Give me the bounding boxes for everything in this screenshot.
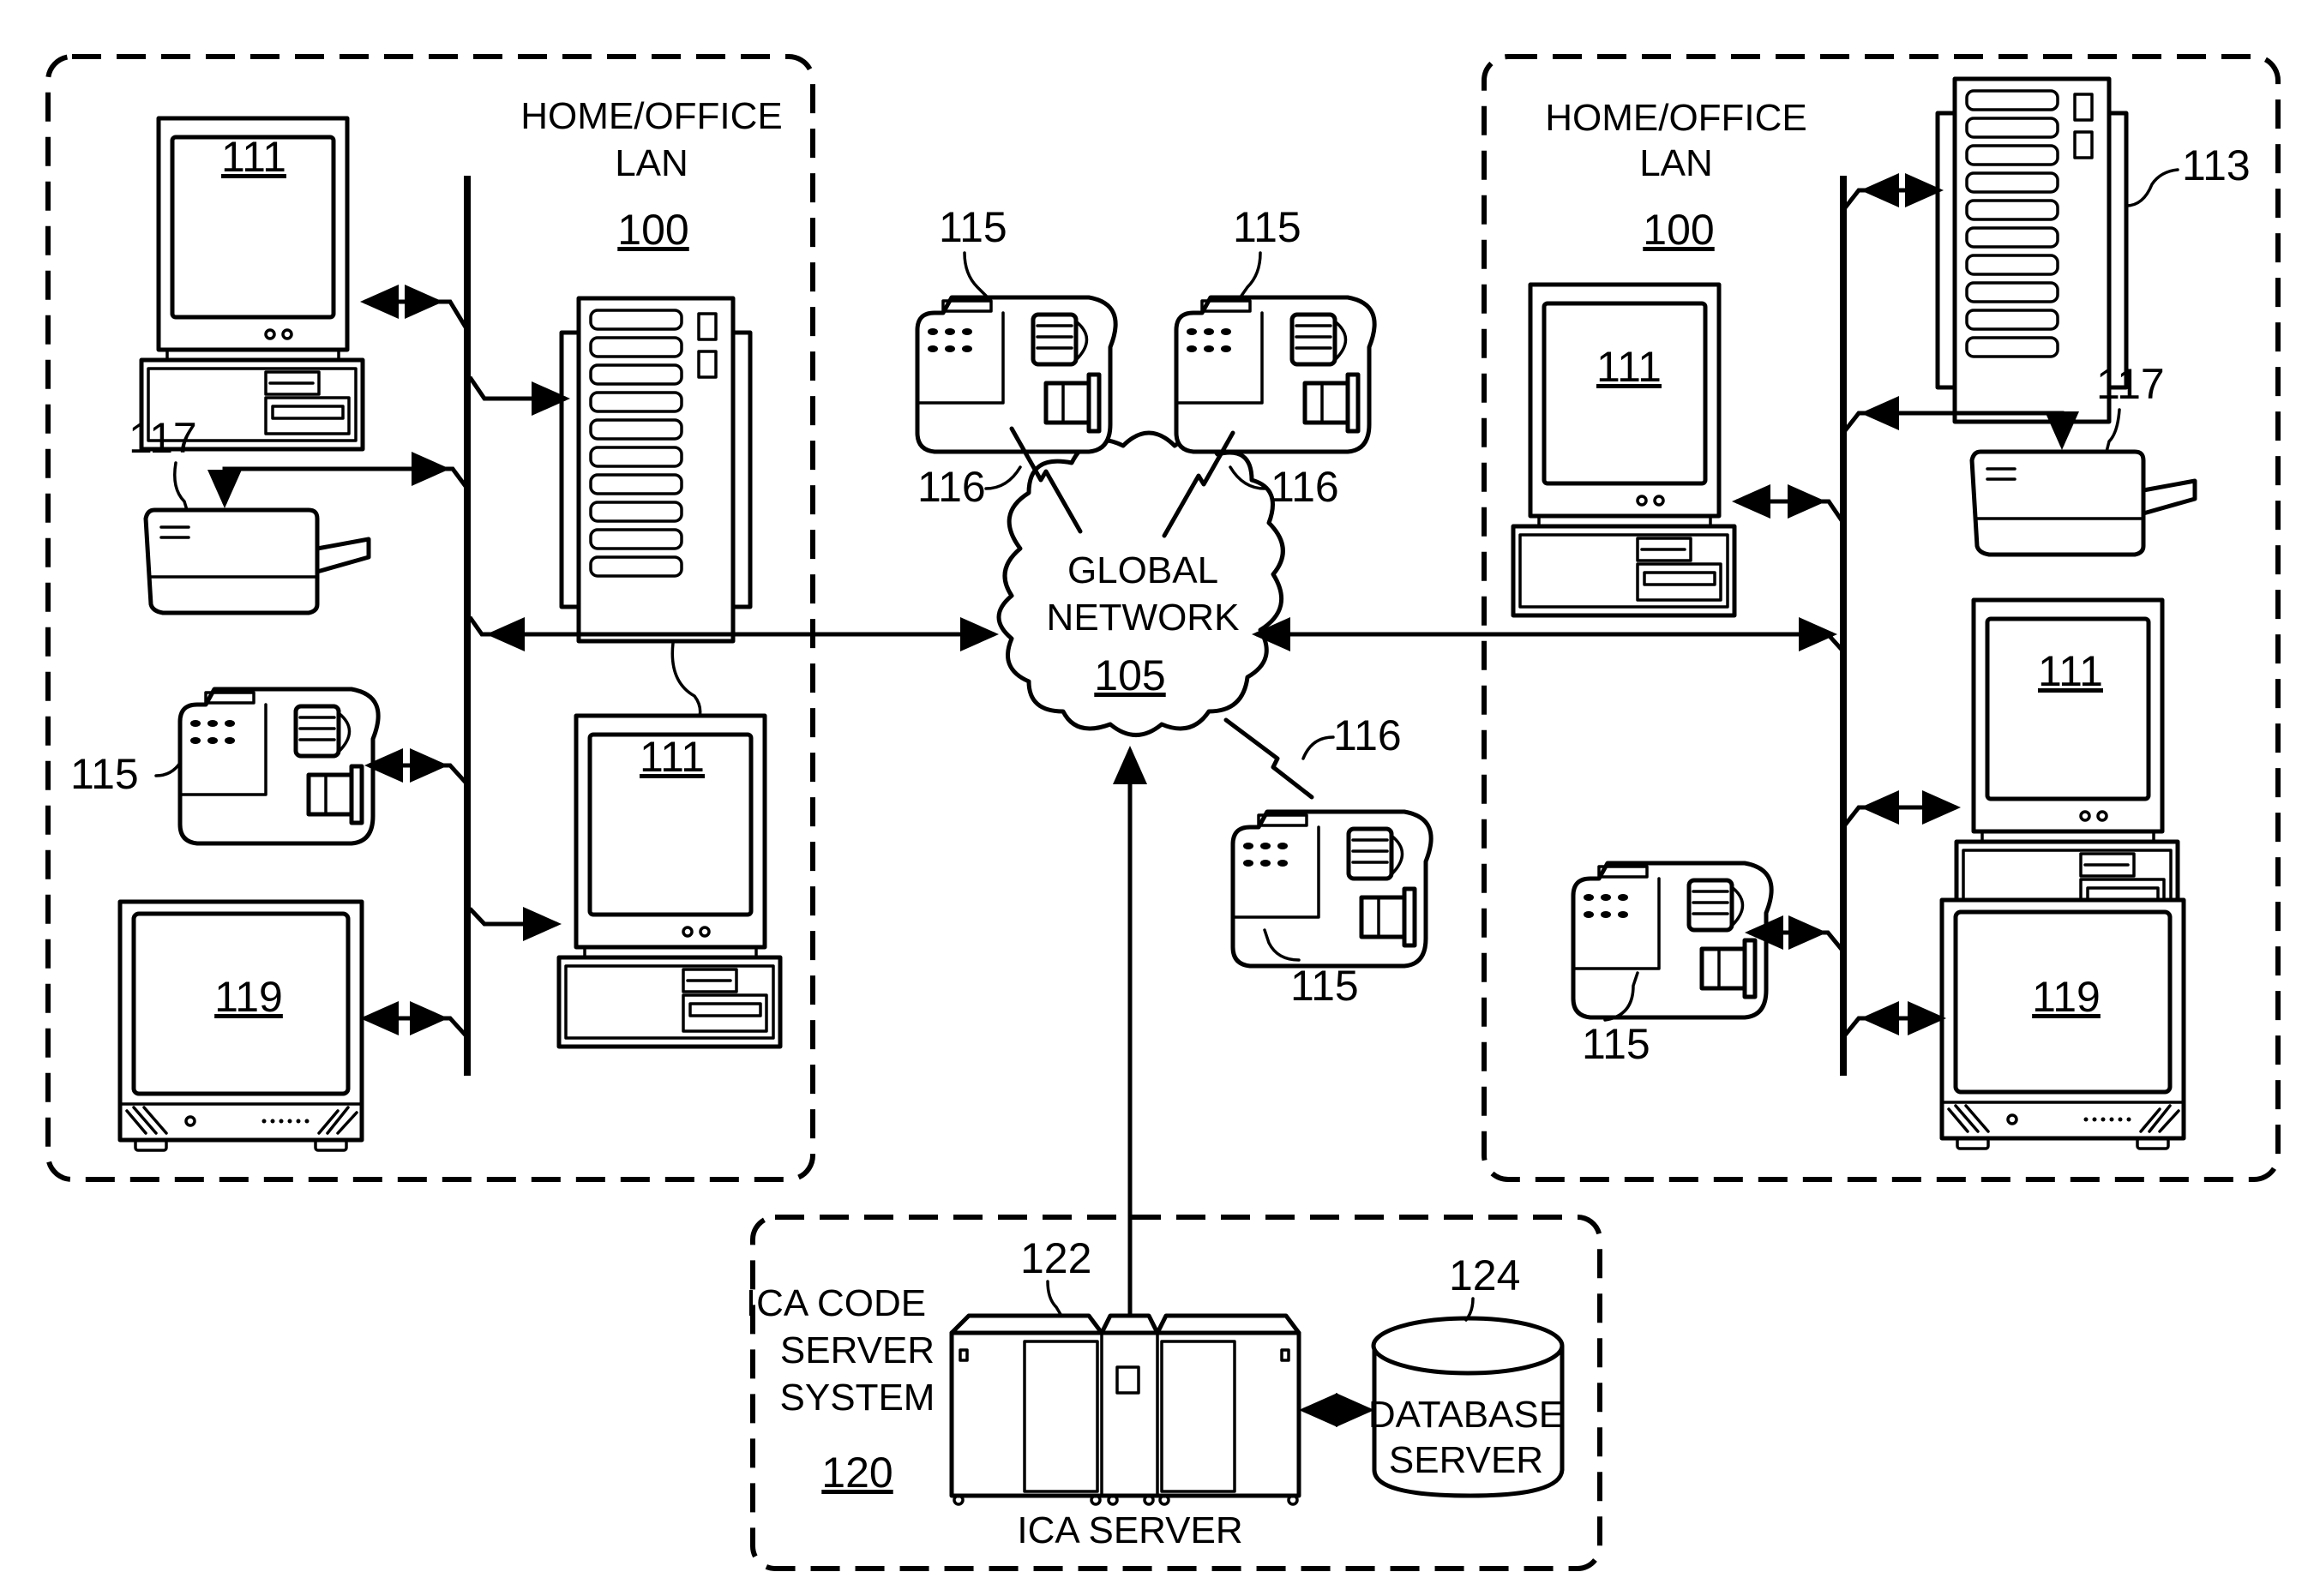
lan-left-ref: 100 — [617, 206, 688, 254]
computer-top-ref: 111 — [221, 133, 286, 181]
rack-server-icon — [562, 298, 750, 641]
computer-bottom-ref: 111 — [2038, 647, 2103, 695]
wireless-link-ref: 116 — [917, 463, 986, 511]
wireless-link-ref: 116 — [1333, 711, 1402, 759]
camera-ref: 115 — [1233, 203, 1301, 251]
tv-ref: 119 — [2032, 973, 2101, 1021]
computer-bottom-ref: 111 — [640, 733, 705, 781]
ica-code-server-system: ICA CODE SERVER SYSTEM 120 122 ICA SERVE… — [746, 1215, 1602, 1571]
lan-right-title-line2: LAN — [1639, 142, 1713, 184]
camera-icon — [180, 689, 378, 843]
lan-right-ref: 100 — [1643, 206, 1714, 254]
database-server-ref: 124 — [1449, 1251, 1520, 1299]
computer-icon — [1513, 285, 1734, 615]
server-ref: 113 — [2182, 141, 2251, 189]
link-camera — [364, 748, 469, 786]
computer-top-ref: 111 — [1596, 343, 1662, 391]
camera-ref: 115 — [70, 750, 139, 798]
leader-116 — [1301, 735, 1335, 760]
link-computer-bottom — [468, 907, 562, 941]
printer-icon — [146, 510, 369, 613]
link-tv — [1842, 1001, 1946, 1039]
camera-icon — [1176, 297, 1374, 452]
camera-ref: 115 — [1290, 962, 1359, 1010]
ica-system-title-line1: ICA CODE — [746, 1282, 926, 1324]
link-server — [1842, 173, 1944, 212]
link-computer-top — [1732, 484, 1846, 525]
tv-icon — [120, 902, 362, 1150]
lan-right-title-line1: HOME/OFFICE — [1545, 97, 1807, 139]
leader-113 — [670, 641, 702, 722]
database-server-line1: DATABASE — [1368, 1394, 1564, 1436]
ica-system-title-line3: SYSTEM — [780, 1377, 935, 1419]
camera-icon — [917, 297, 1115, 452]
leader-116 — [984, 465, 1022, 490]
camera-icon — [1233, 812, 1431, 966]
wireless-camera-3: 115 116 — [1223, 711, 1431, 1010]
lan-left: HOME/OFFICE LAN 100 111 113 117 115 111 — [45, 54, 999, 1182]
lan-left-title-line1: HOME/OFFICE — [520, 95, 783, 137]
ica-system-ref: 120 — [821, 1449, 893, 1497]
printer-icon — [1972, 452, 2195, 555]
ica-server-label: ICA SERVER — [1017, 1509, 1242, 1551]
leader-117 — [173, 461, 189, 512]
wireless-link-icon — [1223, 717, 1314, 800]
link-lan-right-global — [1252, 617, 1845, 653]
global-network-ref: 105 — [1094, 651, 1165, 699]
leader-camera — [963, 251, 988, 297]
tv-ref: 119 — [214, 973, 283, 1021]
ica-server-icon — [949, 1313, 1301, 1506]
camera-ref: 115 — [939, 203, 1007, 251]
network-diagram: HOME/OFFICE LAN 100 111 113 117 115 111 — [45, 54, 2281, 1571]
leader-camera — [1240, 251, 1262, 297]
link-tv — [360, 1001, 469, 1039]
link-computer-bottom — [1842, 790, 1961, 829]
global-network-line2: NETWORK — [1047, 597, 1240, 639]
ica-server-ref: 122 — [1020, 1234, 1091, 1282]
global-network-line1: GLOBAL — [1067, 549, 1218, 591]
lan-right: HOME/OFFICE LAN 100 113 111 117 111 115 — [1252, 54, 2281, 1182]
leader-115 — [154, 761, 182, 777]
printer-ref: 117 — [129, 414, 197, 462]
ica-system-title-line2: SERVER — [780, 1329, 935, 1371]
link-printer — [207, 466, 470, 508]
lan-left-title-line2: LAN — [615, 142, 688, 184]
leader-113 — [2125, 168, 2179, 207]
camera-ref: 115 — [1582, 1020, 1650, 1068]
wireless-link-ref: 116 — [1271, 463, 1339, 511]
printer-ref: 117 — [2096, 360, 2165, 408]
link-computer-top — [360, 285, 470, 332]
camera-icon — [1573, 863, 1771, 1017]
tv-icon — [1942, 900, 2184, 1149]
link-server — [467, 375, 570, 416]
database-server-line2: SERVER — [1389, 1439, 1543, 1481]
leader-122 — [1046, 1280, 1063, 1317]
